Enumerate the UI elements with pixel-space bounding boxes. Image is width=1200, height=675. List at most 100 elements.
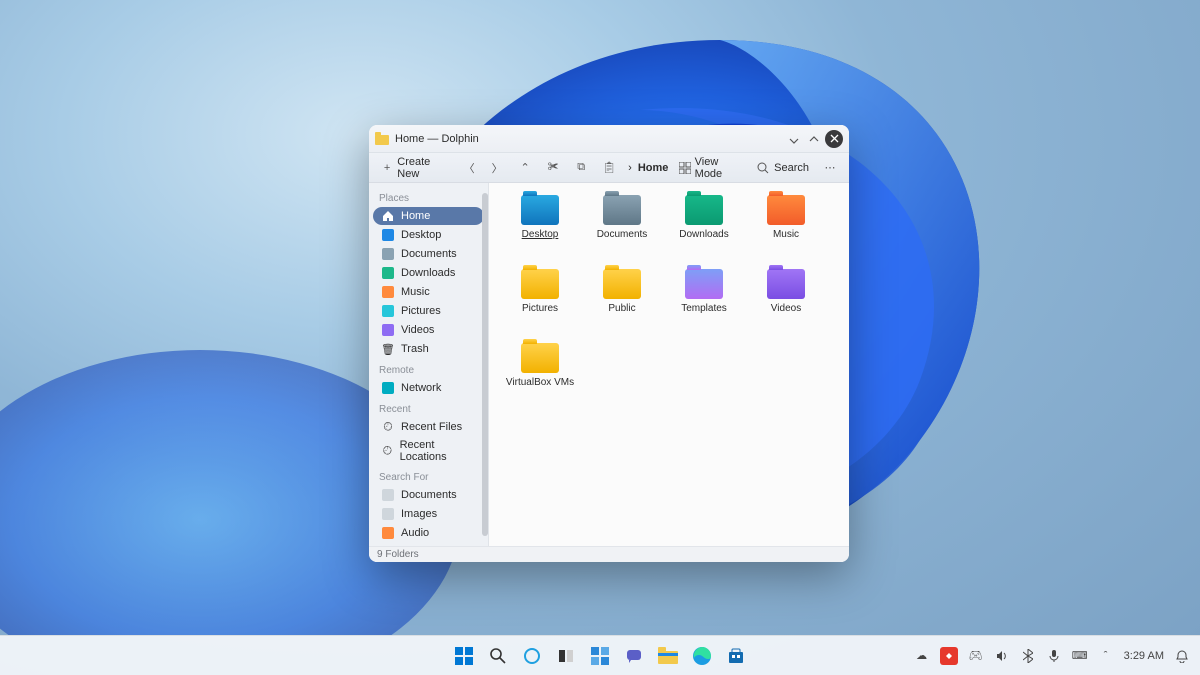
chevron-right-icon: 〉 <box>490 161 504 175</box>
sidebar-item-home[interactable]: Home <box>373 207 484 225</box>
tray-gamepad-icon[interactable]: 🎮︎ <box>968 648 984 664</box>
folder-pictures[interactable]: Pictures <box>499 269 581 339</box>
sidebar-item-music[interactable]: Music <box>373 283 484 301</box>
home-icon <box>381 209 395 223</box>
taskbar-cortana-button[interactable] <box>517 641 547 671</box>
sidebar-item-search-videos[interactable]: Videos <box>373 543 484 546</box>
folder-desktop[interactable]: Desktop <box>499 195 581 265</box>
tray-anydesk-icon[interactable] <box>940 647 958 665</box>
paste-button[interactable]: 📋︎ <box>598 159 620 177</box>
taskbar-taskview-button[interactable] <box>551 641 581 671</box>
window-body: Places Home Desktop Documents Downloads … <box>369 183 849 546</box>
folder-icon <box>685 195 723 225</box>
music-icon <box>381 285 395 299</box>
view-mode-button[interactable]: View Mode <box>674 154 746 182</box>
folder-videos[interactable]: Videos <box>745 269 827 339</box>
taskbar-edge-button[interactable] <box>687 641 717 671</box>
sidebar-item-search-images[interactable]: Images <box>373 505 484 523</box>
folder-virtualbox-vms[interactable]: VirtualBox VMs <box>499 343 581 413</box>
start-button[interactable] <box>449 641 479 671</box>
toolbar: + Create New 〈 〉 ⌃ ✀ ⧉ 📋︎ › Home View Mo… <box>369 153 849 183</box>
taskbar-widgets-button[interactable] <box>585 641 615 671</box>
sidebar: Places Home Desktop Documents Downloads … <box>369 183 489 546</box>
app-icon <box>375 132 389 146</box>
sidebar-item-network[interactable]: Network <box>373 379 484 397</box>
system-tray: ☁︎ 🎮︎ ⌨︎ ˆ 3:29 AM <box>914 647 1200 665</box>
taskbar-search-button[interactable] <box>483 641 513 671</box>
tray-cloud-icon[interactable]: ☁︎ <box>914 648 930 664</box>
search-button[interactable]: Search <box>752 159 813 177</box>
sidebar-item-videos[interactable]: Videos <box>373 321 484 339</box>
dots-icon: ⋯ <box>823 161 837 175</box>
taskbar-chat-button[interactable] <box>619 641 649 671</box>
tray-microphone-icon[interactable] <box>1046 648 1062 664</box>
sidebar-item-documents[interactable]: Documents <box>373 245 484 263</box>
window-title: Home — Dolphin <box>395 133 783 145</box>
tray-notifications-icon[interactable] <box>1174 648 1190 664</box>
folder-templates[interactable]: Templates <box>663 269 745 339</box>
statusbar: 9 Folders <box>369 546 849 562</box>
folder-downloads[interactable]: Downloads <box>663 195 745 265</box>
desktop-icon <box>381 228 395 242</box>
sidebar-item-trash[interactable]: 🗑︎Trash <box>373 340 484 358</box>
folder-documents[interactable]: Documents <box>581 195 663 265</box>
taskbar-center <box>449 641 751 671</box>
recent-locations-icon: 🕘︎ <box>381 444 394 458</box>
taskbar-file-explorer-button[interactable] <box>653 641 683 671</box>
folder-icon <box>685 269 723 299</box>
remote-header: Remote <box>371 359 486 378</box>
nav-back-button[interactable]: 〈 <box>458 159 480 177</box>
grid-icon <box>678 161 690 175</box>
nav-forward-button[interactable]: 〉 <box>486 159 508 177</box>
folder-icon <box>521 269 559 299</box>
folder-icon <box>521 343 559 373</box>
folder-icon <box>603 195 641 225</box>
copy-button[interactable]: ⧉ <box>570 159 592 177</box>
window-titlebar[interactable]: Home — Dolphin <box>369 125 849 153</box>
images-icon <box>381 507 395 521</box>
folder-music[interactable]: Music <box>745 195 827 265</box>
sidebar-item-downloads[interactable]: Downloads <box>373 264 484 282</box>
clipboard-icon: 📋︎ <box>602 161 616 175</box>
sidebar-item-recent-locations[interactable]: 🕘︎Recent Locations <box>373 437 484 465</box>
tray-bluetooth-icon[interactable] <box>1020 648 1036 664</box>
sidebar-item-recent-files[interactable]: 🕘︎Recent Files <box>373 418 484 436</box>
breadcrumb-home[interactable]: Home <box>638 162 669 174</box>
folder-public[interactable]: Public <box>581 269 663 339</box>
close-button[interactable] <box>825 130 843 148</box>
sidebar-scrollbar[interactable] <box>482 193 488 536</box>
folder-view[interactable]: Desktop Documents Downloads Music Pictur… <box>489 183 849 546</box>
folder-icon <box>767 269 805 299</box>
taskbar-store-button[interactable] <box>721 641 751 671</box>
folder-icon <box>521 195 559 225</box>
minimize-button[interactable] <box>785 130 803 148</box>
tray-overflow-icon[interactable]: ˆ <box>1098 648 1114 664</box>
taskbar: ☁︎ 🎮︎ ⌨︎ ˆ 3:29 AM <box>0 635 1200 675</box>
sidebar-item-search-audio[interactable]: Audio <box>373 524 484 542</box>
tray-clock[interactable]: 3:29 AM <box>1124 650 1164 662</box>
sidebar-item-pictures[interactable]: Pictures <box>373 302 484 320</box>
view-mode-label: View Mode <box>695 156 742 180</box>
documents-icon <box>381 247 395 261</box>
breadcrumb-sep-icon: › <box>628 162 632 174</box>
folder-icon <box>603 269 641 299</box>
create-new-label: Create New <box>397 156 448 180</box>
cut-button[interactable]: ✀ <box>542 159 564 177</box>
overflow-button[interactable]: ⋯ <box>819 159 841 177</box>
search-label: Search <box>774 162 809 174</box>
tray-volume-icon[interactable] <box>994 648 1010 664</box>
documents-icon <box>381 488 395 502</box>
sidebar-item-desktop[interactable]: Desktop <box>373 226 484 244</box>
chevron-up-icon: ⌃ <box>518 161 532 175</box>
breadcrumb[interactable]: › Home <box>628 162 668 174</box>
maximize-button[interactable] <box>805 130 823 148</box>
sidebar-item-search-documents[interactable]: Documents <box>373 486 484 504</box>
nav-up-button[interactable]: ⌃ <box>514 159 536 177</box>
chevron-left-icon: 〈 <box>462 161 476 175</box>
tray-keyboard-icon[interactable]: ⌨︎ <box>1072 648 1088 664</box>
create-new-button[interactable]: + Create New <box>377 154 452 182</box>
plus-icon: + <box>381 161 393 175</box>
dolphin-window: Home — Dolphin + Create New 〈 〉 ⌃ ✀ ⧉ 📋︎… <box>369 125 849 562</box>
scissors-icon: ✀ <box>546 161 560 175</box>
search-icon <box>756 161 770 175</box>
